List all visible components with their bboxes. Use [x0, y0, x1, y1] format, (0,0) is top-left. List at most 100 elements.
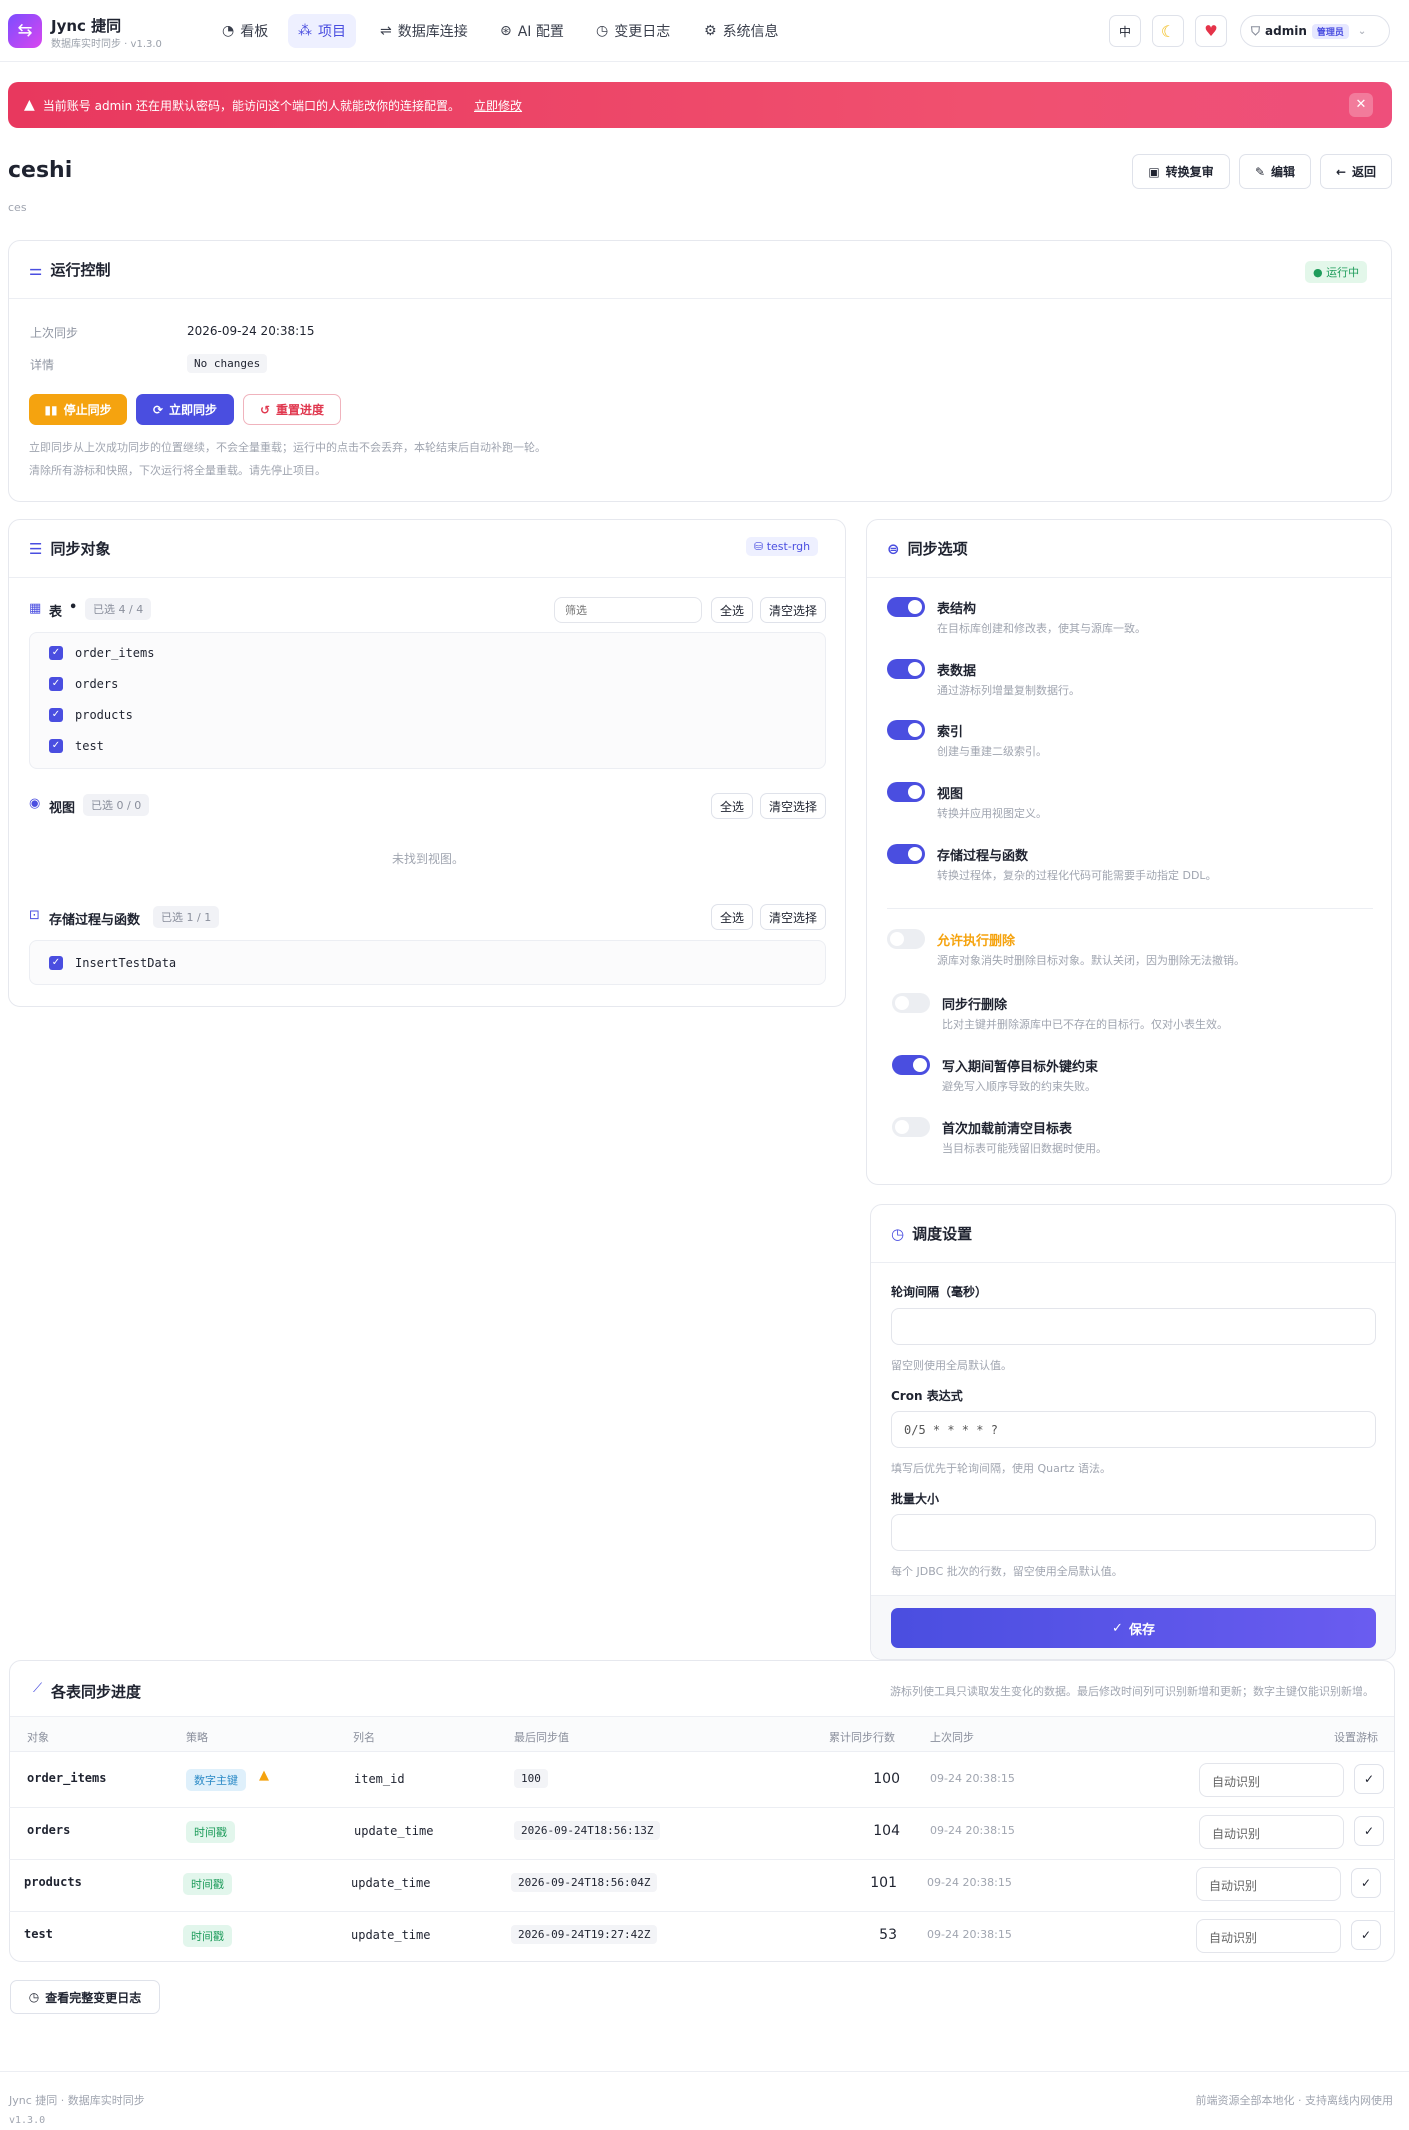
col-rows: 累计同步行数: [829, 1731, 895, 1744]
edit-button[interactable]: ✎ 编辑: [1239, 154, 1311, 189]
status-badge: ● 运行中: [1305, 261, 1368, 283]
chart-icon: ⟋: [33, 1681, 43, 1696]
toggle-truncate[interactable]: [892, 1117, 930, 1137]
app-logo[interactable]: ⇆: [8, 14, 42, 48]
tables-count: 已选 4 / 4: [85, 598, 152, 620]
apply-cursor-button[interactable]: ✓: [1351, 1868, 1381, 1898]
back-button[interactable]: ← 返回: [1320, 154, 1392, 189]
apply-cursor-button[interactable]: ✓: [1354, 1816, 1384, 1846]
sync-objects-card: ☰同步对象 ⛁ test-rgh ▦ 表 • 已选 4 / 4 全选 清空选择 …: [8, 519, 846, 1007]
toggle-procedures[interactable]: [887, 844, 925, 864]
apply-cursor-button[interactable]: ✓: [1351, 1920, 1381, 1950]
batch-size-input[interactable]: [891, 1514, 1376, 1551]
views-clear-button[interactable]: 清空选择: [760, 793, 826, 819]
tables-select-all-button[interactable]: 全选: [711, 597, 753, 623]
moon-icon: ☾: [1160, 21, 1176, 41]
run-control-card: ⚌ 运行控制 ● 运行中 上次同步 2026-09-24 20:38:15 详情 …: [8, 240, 1392, 502]
footer-version: v1.3.0: [9, 2115, 46, 2126]
cursor-select[interactable]: 自动识别: [1199, 1815, 1344, 1849]
nav-projects[interactable]: ⁂ 项目: [288, 14, 356, 48]
theme-toggle-button[interactable]: ☾: [1152, 15, 1184, 47]
row-divider: [9, 1859, 1395, 1860]
checkbox-icon[interactable]: ✓: [49, 708, 63, 722]
database-badge: ⛁ test-rgh: [746, 537, 819, 556]
list-icon: ☰: [29, 539, 43, 558]
heart-icon: ♥: [1204, 22, 1218, 40]
sync-options-title: 同步选项: [907, 540, 968, 558]
app-name: Jync 捷同: [51, 17, 122, 35]
alert-link[interactable]: 立即修改: [474, 97, 522, 114]
reset-progress-button[interactable]: ↺ 重置进度: [243, 394, 341, 425]
toggle-allow-delete[interactable]: [887, 929, 925, 949]
ai-icon: ⊛: [500, 23, 512, 39]
sponsor-button[interactable]: ♥: [1195, 15, 1227, 47]
nav-ai-config[interactable]: ⊛ AI 配置: [490, 14, 574, 48]
function-icon: ⊡: [29, 908, 40, 923]
sync-now-button[interactable]: ⟳ 立即同步: [136, 394, 234, 425]
progress-title: 各表同步进度: [51, 1683, 142, 1701]
project-icon: ⁂: [298, 23, 312, 39]
check-icon: ✓: [1112, 1620, 1123, 1636]
check-icon: ✓: [1363, 1772, 1375, 1786]
language-button[interactable]: 中: [1109, 15, 1141, 47]
page-title: ceshi: [8, 158, 73, 183]
nav-changelog[interactable]: ◷ 变更日志: [586, 14, 680, 48]
clock-icon: ◷: [891, 1224, 905, 1243]
gear-icon: ⚙: [704, 23, 717, 39]
toggle-row-delete[interactable]: [892, 993, 930, 1013]
procs-label: 存储过程与函数: [49, 913, 141, 928]
cursor-select[interactable]: 自动识别: [1196, 1919, 1341, 1953]
batch-label: 批量大小: [891, 1492, 940, 1506]
sync-hint: 立即同步从上次成功同步的位置继续，不会全量重载；运行中的点击不会丢弃，本轮结束后…: [29, 441, 546, 454]
toggle-views[interactable]: [887, 782, 925, 802]
nav-connections[interactable]: ⇌ 数据库连接: [370, 14, 478, 48]
detail-label: 详情: [30, 358, 55, 372]
check-icon: ✓: [1360, 1928, 1372, 1942]
checkbox-icon[interactable]: ✓: [49, 956, 63, 970]
filter-input[interactable]: [554, 597, 702, 623]
check-icon: ✓: [1360, 1876, 1372, 1890]
cron-input[interactable]: 0/5 * * * * ?: [891, 1411, 1376, 1448]
toggle-data[interactable]: [887, 659, 925, 679]
apply-cursor-button[interactable]: ✓: [1354, 1764, 1384, 1794]
save-button[interactable]: ✓ 保存: [891, 1608, 1376, 1648]
last-sync-value: 2026-09-24 20:38:15: [187, 324, 315, 338]
col-object: 对象: [27, 1731, 49, 1744]
row-divider: [9, 1807, 1395, 1808]
poll-hint: 留空则使用全局默认值。: [891, 1359, 1012, 1372]
procs-count: 已选 1 / 1: [153, 906, 220, 928]
views-select-all-button[interactable]: 全选: [711, 793, 753, 819]
toggle-indexes[interactable]: [887, 720, 925, 740]
schedule-title: 调度设置: [912, 1225, 973, 1243]
checkbox-icon[interactable]: ✓: [49, 739, 63, 753]
cursor-select[interactable]: 自动识别: [1199, 1763, 1344, 1797]
cursor-select[interactable]: 自动识别: [1196, 1867, 1341, 1901]
stop-sync-button[interactable]: ▮▮ 停止同步: [29, 394, 127, 425]
procs-clear-button[interactable]: 清空选择: [760, 904, 826, 930]
role-badge: 管理员: [1311, 23, 1349, 39]
warning-icon: ▲: [259, 1768, 269, 1783]
user-menu[interactable]: ⛉ admin 管理员 ⌄: [1240, 15, 1390, 47]
col-strategy: 策略: [186, 1731, 208, 1744]
nav-system-info[interactable]: ⚙ 系统信息: [694, 14, 789, 48]
cron-label: Cron 表达式: [891, 1389, 963, 1403]
col-last-sync: 上次同步: [930, 1731, 974, 1744]
review-button[interactable]: ▣ 转换复审: [1132, 154, 1230, 189]
check-icon: ✓: [1363, 1824, 1375, 1838]
schedule-card: ◷ 调度设置 轮询间隔（毫秒） 留空则使用全局默认值。 Cron 表达式 0/5 …: [870, 1204, 1396, 1660]
arrow-left-icon: ←: [1335, 164, 1347, 179]
checkbox-icon[interactable]: ✓: [49, 677, 63, 691]
tables-clear-button[interactable]: 清空选择: [760, 597, 826, 623]
toggle-pause-fk[interactable]: [892, 1055, 930, 1075]
toggle-schema[interactable]: [887, 597, 925, 617]
nav-dashboard[interactable]: ◔ 看板: [212, 14, 278, 48]
alert-text: 当前账号 admin 还在用默认密码，能访问这个端口的人就能改你的连接配置。: [42, 98, 461, 113]
close-icon[interactable]: ✕: [1349, 93, 1373, 117]
default-password-alert: ▲ 当前账号 admin 还在用默认密码，能访问这个端口的人就能改你的连接配置。…: [8, 82, 1392, 128]
view-changelog-button[interactable]: ◷ 查看完整变更日志: [10, 1980, 160, 2014]
checkbox-icon[interactable]: ✓: [49, 646, 63, 660]
col-column: 列名: [353, 1731, 375, 1744]
poll-interval-input[interactable]: [891, 1308, 1376, 1345]
procs-select-all-button[interactable]: 全选: [711, 904, 753, 930]
username: admin: [1265, 24, 1307, 38]
